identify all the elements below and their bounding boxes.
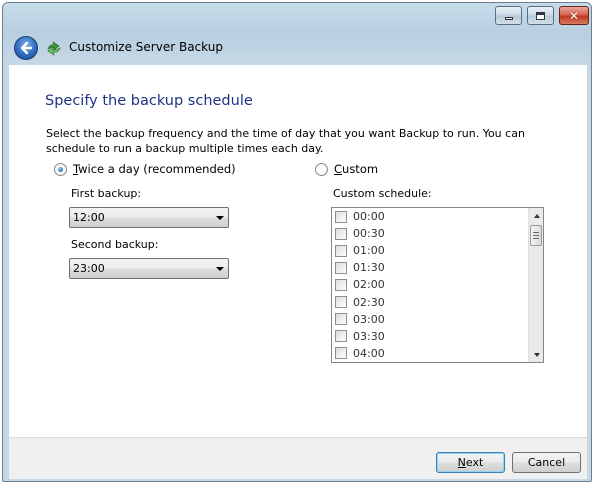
- schedule-time-label: 01:00: [353, 244, 385, 258]
- first-backup-value: 12:00: [73, 211, 105, 224]
- twice-a-day-radio[interactable]: [54, 162, 67, 176]
- schedule-time-checkbox[interactable]: [335, 296, 347, 309]
- maximize-button[interactable]: [527, 6, 554, 25]
- chevron-down-icon: [212, 259, 228, 278]
- time-list-items: 00:00 00:30 01:00 01:30 02:00 02:30 03:00 03:30…: [332, 208, 543, 362]
- schedule-time-item[interactable]: 00:00: [332, 208, 543, 225]
- cancel-button[interactable]: Cancel: [512, 452, 581, 473]
- minimize-button[interactable]: [495, 6, 522, 25]
- page-title: Specify the backup schedule: [45, 93, 253, 109]
- schedule-time-checkbox[interactable]: [335, 244, 347, 257]
- twice-a-day-label: Twice a day (recommended): [73, 162, 236, 176]
- schedule-time-item[interactable]: 03:30: [332, 328, 543, 345]
- custom-schedule-label: Custom schedule:: [333, 187, 432, 200]
- first-backup-dropdown[interactable]: 12:00: [69, 207, 229, 228]
- server-backup-icon: [47, 41, 61, 56]
- second-backup-value: 23:00: [73, 262, 105, 275]
- list-scrollbar[interactable]: [528, 208, 543, 362]
- chevron-down-icon: [212, 208, 228, 227]
- custom-label: Custom: [334, 162, 379, 176]
- schedule-time-item[interactable]: 02:00: [332, 276, 543, 293]
- second-backup-dropdown[interactable]: 23:00: [69, 258, 229, 279]
- scroll-thumb[interactable]: [530, 225, 542, 246]
- schedule-time-checkbox[interactable]: [335, 313, 347, 326]
- schedule-time-label: 00:00: [353, 210, 385, 224]
- schedule-time-label: 02:00: [353, 278, 385, 292]
- schedule-time-label: 00:30: [353, 227, 385, 241]
- custom-radio[interactable]: [315, 162, 328, 176]
- back-button[interactable]: [14, 36, 38, 60]
- next-button[interactable]: Next: [436, 452, 505, 473]
- twice-a-day-option[interactable]: Twice a day (recommended): [54, 162, 236, 176]
- wizard-footer: Next Cancel: [9, 437, 587, 479]
- close-icon: ✕: [568, 8, 580, 23]
- schedule-time-item[interactable]: 03:00: [332, 311, 543, 328]
- schedule-time-label: 02:30: [353, 295, 385, 309]
- schedule-time-item[interactable]: 01:00: [332, 242, 543, 259]
- schedule-time-item[interactable]: 00:30: [332, 225, 543, 242]
- wizard-content: Specify the backup schedule Select the b…: [9, 65, 587, 437]
- schedule-time-checkbox[interactable]: [335, 330, 347, 343]
- schedule-time-item[interactable]: 04:00: [332, 345, 543, 362]
- schedule-time-checkbox[interactable]: [335, 227, 347, 240]
- maximize-icon: [536, 11, 545, 20]
- schedule-time-checkbox[interactable]: [335, 261, 347, 274]
- title-bar: ✕: [3, 3, 591, 33]
- schedule-time-label: 04:00: [353, 346, 385, 360]
- schedule-time-label: 03:00: [353, 312, 385, 326]
- schedule-time-item[interactable]: 02:30: [332, 293, 543, 310]
- scroll-up-icon: [533, 213, 540, 218]
- wizard-window: ✕ Customize Server Backup Specify the ba…: [2, 2, 592, 482]
- schedule-time-item[interactable]: 01:30: [332, 259, 543, 276]
- second-backup-label: Second backup:: [71, 238, 159, 251]
- back-arrow-icon: [20, 41, 33, 55]
- custom-schedule-list[interactable]: 00:00 00:30 01:00 01:30 02:00 02:30 03:00 03:30…: [331, 207, 544, 363]
- scroll-down-icon: [533, 352, 540, 357]
- schedule-time-checkbox[interactable]: [335, 347, 347, 360]
- schedule-time-checkbox[interactable]: [335, 210, 347, 223]
- schedule-time-checkbox[interactable]: [335, 278, 347, 291]
- close-button[interactable]: ✕: [559, 6, 589, 25]
- instructions-text: Select the backup frequency and the time…: [46, 127, 525, 155]
- custom-option[interactable]: Custom: [315, 162, 378, 176]
- scroll-down-button[interactable]: [529, 347, 543, 362]
- schedule-time-label: 01:30: [353, 261, 385, 275]
- window-title: Customize Server Backup: [69, 40, 223, 54]
- schedule-time-label: 03:30: [353, 329, 385, 343]
- scroll-up-button[interactable]: [529, 208, 543, 223]
- first-backup-label: First backup:: [71, 187, 142, 200]
- minimize-icon: [504, 17, 513, 20]
